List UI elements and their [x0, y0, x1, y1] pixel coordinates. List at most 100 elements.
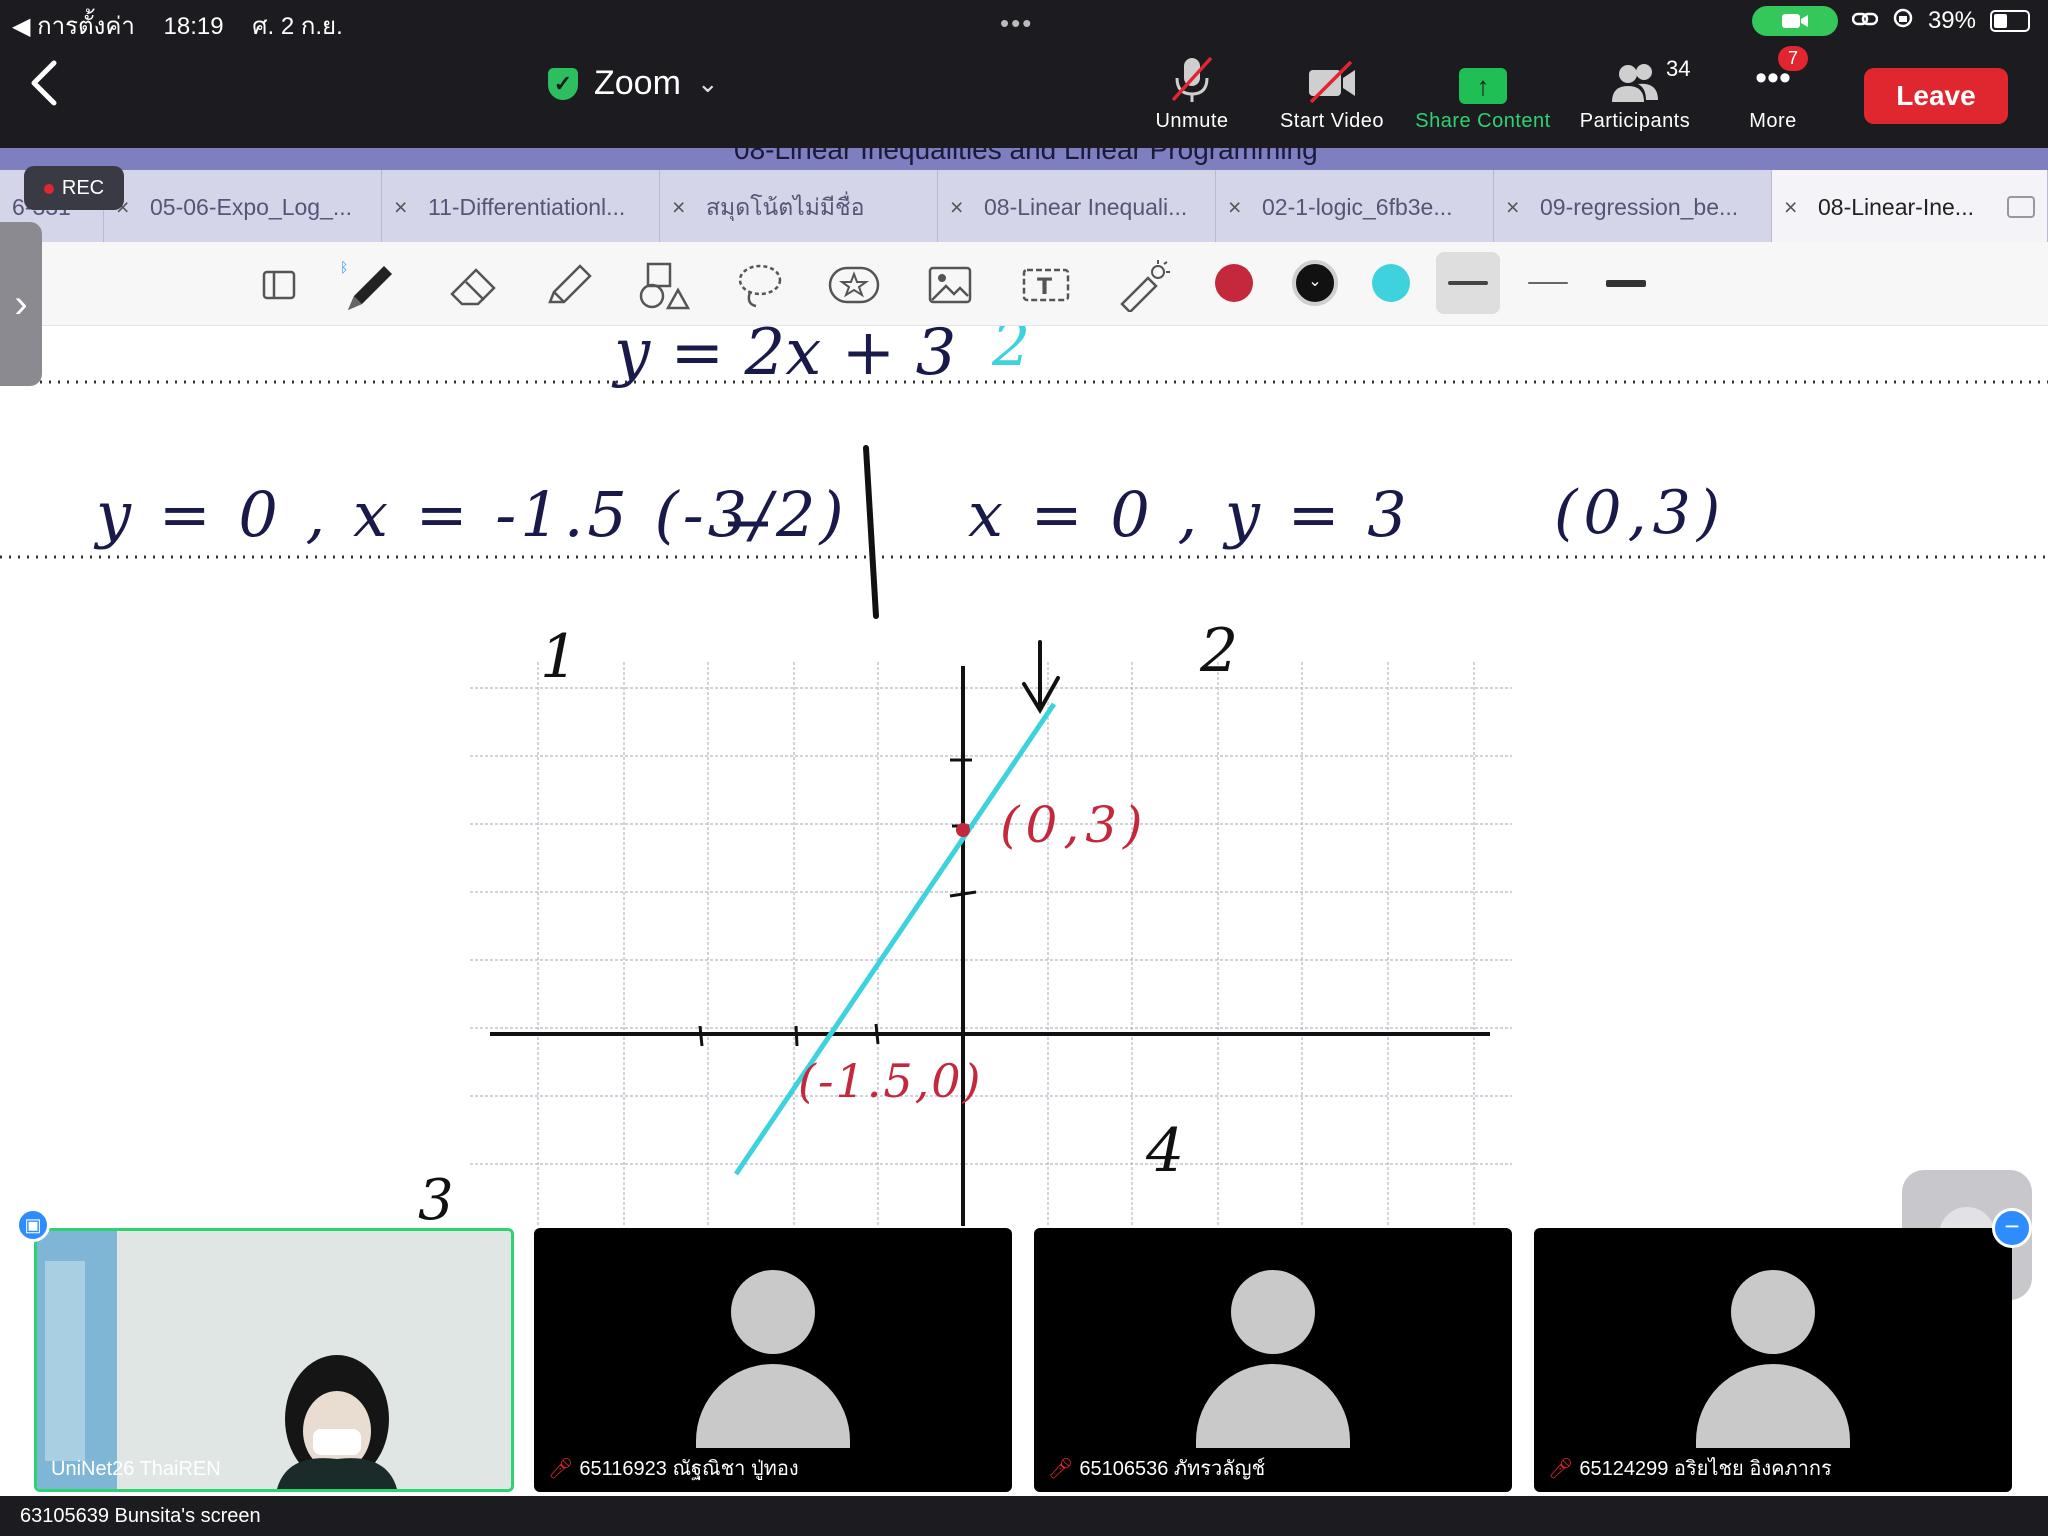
mic-muted-icon: 🎤︎	[1048, 1458, 1074, 1480]
recording-dot-icon	[43, 183, 54, 194]
meeting-title-dropdown[interactable]: ✓ Zoom ⌄	[548, 64, 719, 103]
avatar-icon	[1731, 1270, 1815, 1354]
participant-name: UniNet26 ThaiREN	[51, 1458, 221, 1480]
svg-text:T: T	[1037, 275, 1052, 300]
highlighter-icon[interactable]	[540, 260, 592, 310]
unmute-label: Unmute	[1155, 110, 1229, 132]
participants-label: Participants	[1579, 110, 1691, 132]
sticker-icon[interactable]	[826, 260, 880, 310]
point-label-y-intercept: (0,3)	[1000, 796, 1149, 854]
pin-video-icon[interactable]: ▣	[16, 1208, 50, 1242]
multitasking-dots-icon[interactable]: •••	[1000, 8, 1033, 39]
share-content-button[interactable]: ↑ Share Content	[1408, 52, 1558, 133]
participant-name: 65116923 ณัฐณิชา ปู่ทอง	[579, 1458, 799, 1480]
lasso-icon[interactable]	[732, 260, 784, 310]
svg-text:ᛒ: ᛒ	[340, 260, 348, 276]
tab-notebook-active[interactable]: × 08-Linear-Ine...	[1772, 170, 2048, 242]
close-tab-icon[interactable]: ×	[950, 170, 970, 242]
status-time: 18:19	[163, 13, 224, 40]
zoom-header: ◀ การตั้งค่า 18:19 ศ. 2 ก.ย. ••• 39% ✓ Z…	[0, 0, 2048, 148]
more-button[interactable]: ••• 7 More	[1740, 46, 1809, 133]
video-off-icon	[1272, 52, 1392, 104]
tab-notebook-5[interactable]: × 08-Linear Inequali...	[938, 170, 1216, 242]
security-shield-icon: ✓	[548, 67, 578, 100]
quadrant-label-1: 1	[540, 622, 579, 692]
avatar-icon	[731, 1270, 815, 1354]
minimize-gallery-icon[interactable]: −	[1992, 1208, 2032, 1248]
camera-in-use-icon	[1751, 6, 1838, 36]
link-icon	[1851, 7, 1879, 35]
video-tile-participant-3[interactable]: 🎤︎ 65106536 ภัทรวลัญช์	[1034, 1228, 1512, 1492]
host-video-feed	[37, 1231, 511, 1489]
screen: ◀ การตั้งค่า 18:19 ศ. 2 ก.ย. ••• 39% ✓ Z…	[0, 0, 2048, 1536]
more-label: More	[1749, 110, 1797, 132]
equation-line-1: y = 2x + 3	[614, 316, 957, 390]
meeting-title: Zoom	[594, 64, 681, 102]
recording-badge: REC	[24, 166, 124, 210]
start-video-label: Start Video	[1279, 110, 1385, 132]
tab-notebook-4[interactable]: × สมุดโน้ตไม่มีชื่อ	[660, 170, 938, 242]
notes-app-nav: 08-Linear Inequalities and Linear Progra…	[0, 148, 2048, 170]
chevron-down-icon: ⌄	[696, 68, 719, 98]
close-tab-icon[interactable]: ×	[1506, 170, 1526, 242]
more-badge: 7	[1778, 46, 1809, 71]
pen-icon[interactable]: ᛒ	[340, 260, 392, 310]
document-title: 08-Linear Inequalities and Linear Progra…	[734, 148, 1318, 165]
text-icon[interactable]: T	[1018, 260, 1070, 310]
color-swatch-cyan[interactable]	[1372, 264, 1410, 302]
video-tile-participant-2[interactable]: 🎤︎ 65116923 ณัฐณิชา ปู่ทอง	[534, 1228, 1012, 1492]
shared-screen-label: 63105639 Bunsita's screen	[0, 1496, 296, 1536]
avatar-icon	[1231, 1270, 1315, 1354]
share-content-label: Share Content	[1415, 110, 1551, 132]
participant-name: 65124299 อริยไชย อิงคภากร	[1579, 1458, 1832, 1480]
unmute-button[interactable]: Unmute	[1150, 52, 1234, 133]
stroke-width-thick[interactable]	[1594, 252, 1658, 314]
image-icon[interactable]	[922, 260, 974, 310]
tab-notebook-6[interactable]: × 02-1-logic_6fb3e...	[1216, 170, 1494, 242]
video-tile-participant-4[interactable]: 🎤︎ 65124299 อริยไชย อิงคภากร	[1534, 1228, 2012, 1492]
laser-pointer-icon[interactable]	[1114, 260, 1170, 314]
rotation-lock-icon	[1892, 7, 1914, 36]
color-swatch-black[interactable]: ⌄	[1292, 260, 1338, 306]
drawing-toolbar: ᛒ T	[0, 242, 2048, 326]
close-tab-icon[interactable]: ×	[1784, 170, 1804, 242]
close-tab-icon[interactable]: ×	[394, 170, 414, 242]
page-layout-icon[interactable]	[254, 260, 306, 310]
leave-button[interactable]: Leave	[1864, 68, 2008, 124]
color-swatch-red[interactable]	[1215, 264, 1253, 302]
participants-button[interactable]: 34 Participants	[1570, 52, 1700, 133]
close-tab-icon[interactable]: ×	[1228, 170, 1248, 242]
video-tile-host[interactable]: UniNet26 ThaiREN	[34, 1228, 514, 1492]
battery-icon	[1990, 10, 2030, 32]
stroke-width-medium[interactable]	[1436, 252, 1500, 314]
status-date: ศ. 2 ก.ย.	[252, 13, 343, 40]
back-to-app-link[interactable]: ◀ การตั้งค่า	[12, 13, 135, 40]
tab-notebook-7[interactable]: × 09-regression_be...	[1494, 170, 1772, 242]
tab-notebook-2[interactable]: × 05-06-Expo_Log_...	[104, 170, 382, 242]
shapes-icon[interactable]	[636, 260, 691, 310]
mic-muted-icon: 🎤︎	[1548, 1458, 1574, 1480]
equation-line-2-right: x = 0 , y = 3	[968, 478, 1411, 551]
quadrant-label-4: 4	[1146, 1116, 1185, 1186]
tab-notebook-3[interactable]: × 11-Differentiationl...	[382, 170, 660, 242]
participant-name: 65106536 ภัทรวลัญช์	[1079, 1458, 1266, 1480]
notebook-tabs: 6-331 ×05-06-Expo_Log_... ×11-Differenti…	[0, 170, 2048, 242]
share-arrow-icon: ↑	[1459, 68, 1507, 104]
microphone-muted-icon	[1150, 52, 1234, 104]
graph-grid	[470, 662, 1512, 1226]
close-tab-icon[interactable]: ×	[672, 170, 692, 242]
mic-muted-icon: 🎤︎	[548, 1458, 574, 1480]
back-button[interactable]	[28, 58, 68, 118]
equation-line-2-left: y = 0 , x = -1.5 (-3/2)	[96, 478, 848, 551]
start-video-button[interactable]: Start Video	[1272, 52, 1392, 133]
quadrant-label-3: 3	[418, 1168, 454, 1233]
sidebar-toggle-handle[interactable]: ›	[0, 222, 42, 386]
status-bar-left: ◀ การตั้งค่า 18:19 ศ. 2 ก.ย.	[12, 6, 365, 45]
participants-count: 34	[1666, 56, 1691, 81]
battery-percent: 39%	[1927, 7, 1976, 34]
eraser-icon[interactable]	[446, 260, 498, 310]
point-label-x-intercept: (-1.5,0)	[798, 1054, 983, 1108]
stroke-width-thin[interactable]	[1516, 252, 1580, 314]
equation-line-2-point: (0,3)	[1554, 478, 1727, 548]
split-view-icon[interactable]	[2007, 196, 2035, 218]
